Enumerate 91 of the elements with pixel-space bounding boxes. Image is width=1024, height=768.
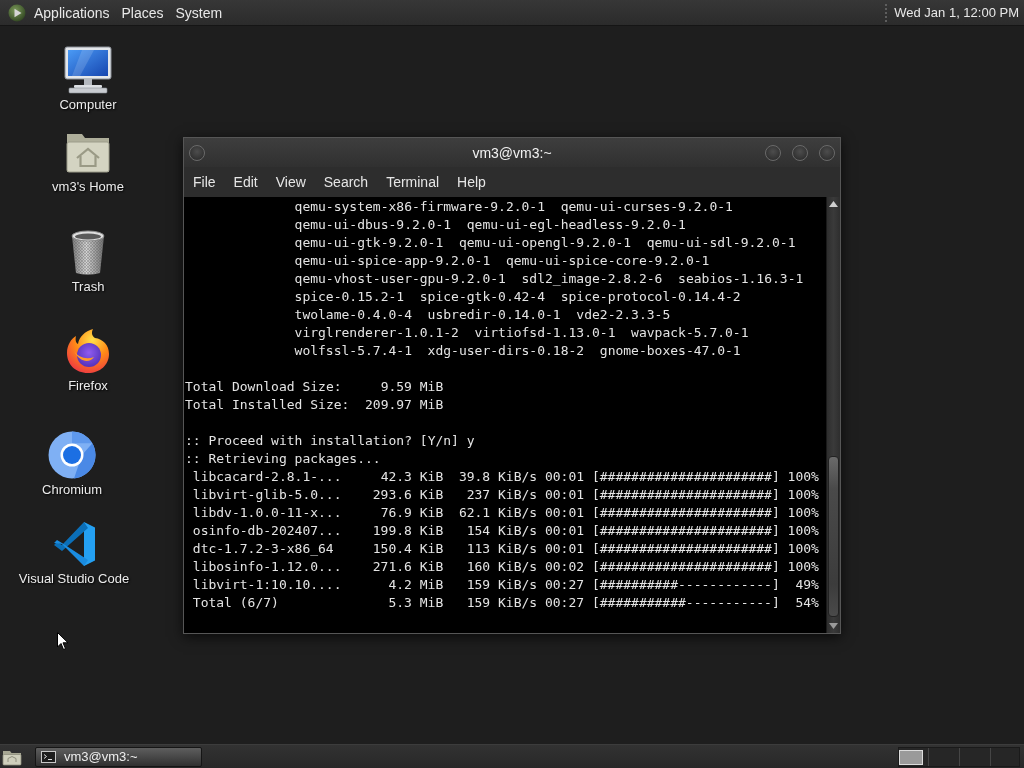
package-name: Total (6/7) (192, 594, 279, 612)
desktop-icon-label[interactable]: Computer (59, 97, 117, 113)
package-name: libvirt-glib-5.0... (192, 486, 342, 504)
percent-text: 100% (787, 540, 819, 558)
percent-text: 100% (787, 486, 819, 504)
progress-text: [######################] (591, 522, 780, 540)
transfer-rate: 237 KiB/s (466, 486, 538, 504)
transfer-rate: 159 KiB/s (466, 576, 538, 594)
scroll-up-arrow-icon[interactable] (829, 201, 838, 207)
percent-text: 100% (787, 504, 819, 522)
menu-item[interactable]: File (184, 173, 225, 191)
panel-menu[interactable]: Applications (34, 3, 110, 22)
transfer-rate: 39.8 KiB/s (458, 468, 538, 486)
chromium-icon[interactable] (48, 431, 96, 479)
elapsed-time: 00:27 (544, 576, 585, 594)
progress-text: [######################] (591, 486, 780, 504)
progress-text: [######################] (591, 468, 780, 486)
download-size: 199.8 KiB (372, 522, 444, 540)
window-title: vm3@vm3:~ (472, 144, 552, 161)
play-circle-icon[interactable] (8, 3, 26, 22)
transfer-rate: 160 KiB/s (466, 558, 538, 576)
desktop-icon-label[interactable]: Firefox (68, 378, 108, 394)
elapsed-time: 00:01 (544, 468, 585, 486)
terminal-line: spice-0.15.2-1 spice-gtk-0.42-4 spice-protocol-0.14.4-2 (294, 288, 741, 306)
desktop-icon-label[interactable]: Chromium (42, 482, 102, 498)
terminal-icon (41, 750, 56, 763)
percent-text: 49% (795, 576, 819, 594)
download-size: 4.2 MiB (388, 576, 444, 594)
package-name: libcacard-2.8.1-... (192, 468, 342, 486)
terminal-line: qemu-ui-dbus-9.2.0-1 qemu-ui-egl-headless-9.2.0-1 (294, 216, 686, 234)
summary-label: Total Download Size: (185, 378, 342, 396)
desktop-icon-label[interactable]: Visual Studio Code (18, 571, 130, 587)
progress-text: [######################] (591, 558, 780, 576)
menu-item[interactable]: View (266, 173, 315, 191)
elapsed-time: 00:01 (544, 540, 585, 558)
elapsed-time: 00:27 (544, 594, 585, 612)
workspace-switcher-icon[interactable] (898, 746, 1020, 767)
terminal-line: twolame-0.4.0-4 usbredir-0.14.0-1 vde2-2.3.3-5 (294, 306, 671, 324)
scrollbar-thumb[interactable] (828, 456, 839, 617)
terminal-line: qemu-ui-gtk-9.2.0-1 qemu-ui-opengl-9.2.0-1 qemu-ui-sdl-9.2.0-1 (294, 234, 796, 252)
terminal-line: :: Retrieving packages... (185, 450, 381, 468)
panel-menu[interactable]: Places (121, 3, 164, 22)
percent-text: 100% (787, 558, 819, 576)
monitor-icon[interactable] (64, 46, 112, 94)
download-size: 293.6 KiB (372, 486, 444, 504)
elapsed-time: 00:02 (544, 558, 585, 576)
menu-item[interactable]: Help (448, 173, 495, 191)
panel-menu[interactable]: System (175, 3, 223, 22)
progress-text: [######################] (591, 504, 780, 522)
download-size: 271.6 KiB (372, 558, 444, 576)
download-size: 42.3 KiB (380, 468, 444, 486)
progress-text: [######################] (591, 540, 780, 558)
summary-value: 9.59 MiB (380, 378, 444, 396)
summary-value: 209.97 MiB (365, 396, 444, 414)
progress-text: [###########-----------] (591, 594, 780, 612)
percent-text: 100% (787, 522, 819, 540)
menu-item[interactable]: Search (314, 173, 378, 191)
transfer-rate: 113 KiB/s (466, 540, 538, 558)
package-name: osinfo-db-202407... (192, 522, 342, 540)
menu-item[interactable]: Terminal (377, 173, 449, 191)
taskbar-button[interactable]: vm3@vm3:~ (35, 746, 202, 767)
summary-label: Total Installed Size: (185, 396, 350, 414)
terminal-line: virglrenderer-1.0.1-2 virtiofsd-1.13.0-1 wavpack-5.7.0-1 (294, 324, 749, 342)
transfer-rate: 159 KiB/s (466, 594, 538, 612)
menu-item[interactable]: Edit (224, 173, 267, 191)
package-name: libdv-1.0.0-11-x... (192, 504, 342, 522)
clock-text[interactable]: Wed Jan 1, 12:00 PM (894, 3, 1019, 22)
transfer-rate: 154 KiB/s (466, 522, 538, 540)
terminal-line: :: Proceed with installation? [Y/n] y (185, 432, 475, 450)
package-name: dtc-1.7.2-3-x86_64 (192, 540, 334, 558)
package-name: libosinfo-1.12.0... (192, 558, 342, 576)
terminal-line: qemu-vhost-user-gpu-9.2.0-1 sdl2_image-2.8.2-6 seabios-1.16.3-1 (294, 270, 804, 288)
percent-text: 100% (787, 468, 819, 486)
mouse-pointer-icon (57, 632, 69, 651)
download-size: 5.3 MiB (388, 594, 444, 612)
download-size: 76.9 KiB (380, 504, 444, 522)
desktop-icon-label[interactable]: Trash (71, 279, 105, 295)
desktop-icon-label[interactable]: vm3's Home (52, 179, 124, 195)
terminal-line: qemu-ui-spice-app-9.2.0-1 qemu-ui-spice-core-9.2.0-1 (294, 252, 710, 270)
transfer-rate: 62.1 KiB/s (458, 504, 538, 522)
firefox-icon[interactable] (64, 327, 112, 375)
elapsed-time: 00:01 (544, 522, 585, 540)
progress-text: [##########------------] (591, 576, 780, 594)
package-name: libvirt-1:10.10.... (192, 576, 342, 594)
terminal-line: wolfssl-5.7.4-1 xdg-user-dirs-0.18-2 gnome-boxes-47.0-1 (294, 342, 741, 360)
terminal-line: qemu-system-x86-firmware-9.2.0-1 qemu-ui-curses-9.2.0-1 (294, 198, 733, 216)
elapsed-time: 00:01 (544, 486, 585, 504)
elapsed-time: 00:01 (544, 504, 585, 522)
percent-text: 54% (795, 594, 819, 612)
scroll-down-arrow-icon[interactable] (829, 623, 838, 629)
download-size: 150.4 KiB (372, 540, 444, 558)
